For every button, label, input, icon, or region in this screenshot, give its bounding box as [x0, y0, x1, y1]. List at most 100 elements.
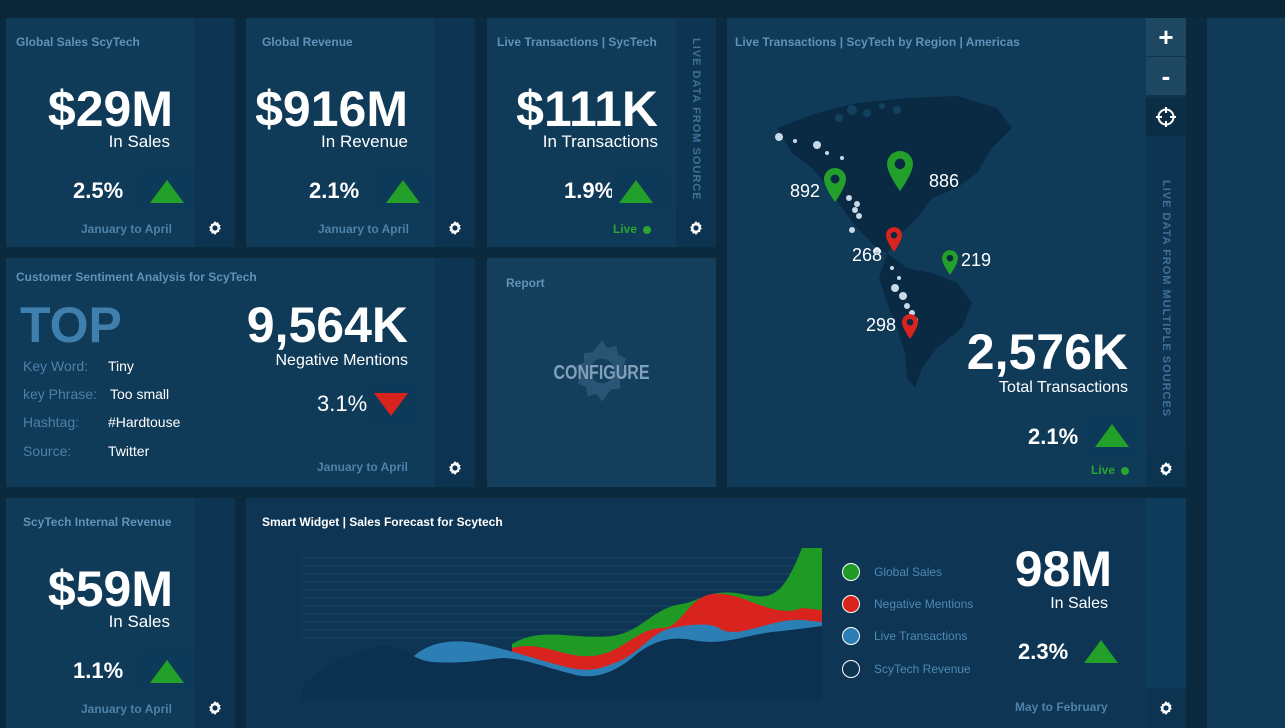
trend-box	[373, 170, 431, 212]
legend-dot-icon	[842, 563, 860, 581]
transactions-value: $111K	[516, 81, 658, 137]
date-range: January to April	[81, 222, 172, 236]
pin-label: 886	[929, 171, 960, 191]
internal-revenue-widget: ScyTech Internal Revenue $59M In Sales 1…	[6, 498, 235, 728]
total-transactions-caption: Total Transactions	[999, 379, 1128, 396]
settings-gear-icon[interactable]	[195, 688, 235, 728]
change-percent: 3.1%	[317, 391, 368, 416]
trend-up-icon	[1084, 640, 1118, 663]
change-percent: 2.3%	[1018, 639, 1069, 664]
legend-dot-icon	[842, 660, 860, 678]
region-map-widget: Live Transactions | ScyTech by Region | …	[727, 18, 1186, 487]
map-pin-icon[interactable]	[942, 250, 958, 275]
source-key: Source:	[23, 443, 72, 459]
live-dot-icon	[1121, 466, 1130, 475]
revenue-value: $916M	[255, 81, 408, 137]
negative-mentions-caption: Negative Mentions	[275, 352, 408, 369]
date-range: January to April	[317, 460, 408, 474]
hashtag-key: Hashtag:	[23, 414, 80, 430]
settings-gear-icon[interactable]	[195, 208, 235, 247]
right-column	[1207, 18, 1285, 728]
legend-dot-icon	[842, 627, 860, 645]
change-percent: 2.1%	[309, 178, 360, 203]
crosshair-icon	[1156, 107, 1176, 127]
zoom-out-button[interactable]: -	[1146, 57, 1186, 95]
report-widget[interactable]: Report CONFIGURE	[487, 258, 716, 487]
total-transactions-value: 2,576K	[966, 324, 1128, 380]
legend-scytech-revenue[interactable]: ScyTech Revenue	[842, 658, 971, 680]
sales-value: $29M	[47, 81, 173, 137]
change-percent: 1.9%	[564, 178, 615, 203]
map-pin-icon[interactable]	[902, 314, 918, 339]
widget-title: Live Transactions | ScyTech by Region | …	[735, 35, 1020, 49]
widget-title: Customer Sentiment Analysis for ScyTech	[16, 270, 257, 284]
internal-revenue-caption: In Sales	[108, 612, 170, 631]
trend-up-icon	[1095, 424, 1129, 447]
live-transactions-widget: Live Transactions | SycTech LIVE DATA FR…	[487, 18, 716, 247]
live-indicator: Live	[613, 222, 652, 236]
trend-box	[370, 382, 416, 424]
widget-title: Report	[506, 276, 545, 290]
legend-global-sales[interactable]: Global Sales	[842, 561, 942, 583]
top-label: TOP	[20, 297, 122, 353]
source-value: Twitter	[108, 443, 150, 459]
top-bar	[0, 0, 1285, 18]
global-revenue-widget: Global Revenue $916M In Revenue 2.1% Jan…	[246, 18, 475, 247]
map-pin-icon[interactable]	[887, 151, 913, 191]
pin-label: 892	[790, 181, 821, 201]
trend-up-icon	[386, 180, 420, 203]
locate-button[interactable]	[1146, 98, 1186, 136]
pin-label: 268	[852, 245, 883, 265]
trend-down-icon	[374, 393, 408, 416]
trend-up-icon	[150, 660, 184, 683]
negative-mentions-value: 9,564K	[246, 297, 408, 353]
settings-gear-icon[interactable]	[435, 448, 475, 487]
revenue-caption: In Revenue	[321, 132, 408, 151]
keyphrase-key: key Phrase:	[23, 386, 97, 402]
pin-label: 298	[866, 315, 897, 335]
change-percent: 2.1%	[1028, 424, 1079, 449]
internal-revenue-value: $59M	[47, 561, 173, 617]
trend-up-icon	[619, 180, 653, 203]
settings-gear-icon[interactable]	[1146, 688, 1186, 728]
sales-forecast-widget: Smart Widget | Sales Forecast for Scytec…	[246, 498, 1186, 728]
settings-gear-icon[interactable]	[1146, 449, 1186, 487]
live-data-label: LIVE DATA FROM MULTIPLE SOURCES	[1160, 180, 1172, 418]
hashtag-value: #Hardtouse	[108, 414, 181, 430]
map-pin-icon[interactable]	[886, 227, 902, 252]
trend-box	[1083, 414, 1141, 456]
trend-box	[137, 170, 195, 212]
legend-negative-mentions[interactable]: Negative Mentions	[842, 593, 973, 615]
legend-dot-icon	[842, 595, 860, 613]
live-indicator: Live	[1091, 463, 1130, 477]
live-dot-icon	[643, 225, 652, 234]
trend-box	[612, 170, 670, 212]
map-pin-icon[interactable]	[824, 168, 846, 202]
change-percent: 2.5%	[73, 178, 124, 203]
keyword-key: Key Word:	[23, 358, 89, 374]
sentiment-widget: Customer Sentiment Analysis for ScyTech …	[6, 258, 475, 487]
live-data-label: LIVE DATA FROM SOURCE	[690, 38, 702, 201]
trend-box	[137, 650, 195, 692]
widget-title: Global Revenue	[262, 35, 353, 49]
sales-caption: In Sales	[108, 132, 170, 151]
global-sales-widget: Global Sales ScyTech $29M In Sales 2.5% …	[6, 18, 235, 247]
date-range: January to April	[318, 222, 409, 236]
widget-title: Live Transactions | SycTech	[497, 35, 657, 49]
configure-button[interactable]: CONFIGURE	[510, 362, 693, 385]
forecast-value: 98M	[1014, 541, 1112, 597]
trend-box	[1072, 630, 1130, 672]
pin-label: 219	[961, 250, 992, 270]
date-range: January to April	[81, 702, 172, 716]
settings-gear-icon[interactable]	[676, 208, 716, 247]
keyphrase-value: Too small	[110, 386, 170, 402]
forecast-area-chart[interactable]	[302, 548, 822, 700]
legend-live-transactions[interactable]: Live Transactions	[842, 625, 967, 647]
change-percent: 1.1%	[73, 658, 124, 683]
zoom-in-button[interactable]: +	[1146, 18, 1186, 56]
settings-gear-icon[interactable]	[435, 208, 475, 247]
widget-title: ScyTech Internal Revenue	[23, 515, 172, 529]
forecast-caption: In Sales	[1050, 595, 1108, 612]
trend-up-icon	[150, 180, 184, 203]
keyword-value: Tiny	[108, 358, 134, 374]
